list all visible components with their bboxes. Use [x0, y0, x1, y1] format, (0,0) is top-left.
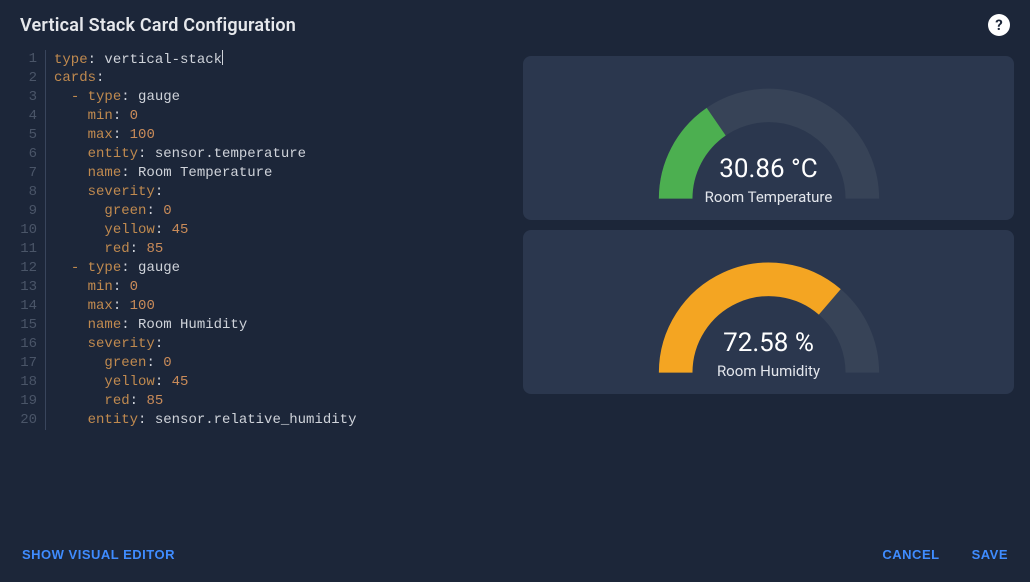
line-number: 5	[16, 126, 46, 145]
text-cursor	[222, 50, 223, 65]
editor-line[interactable]: 10 yellow: 45	[16, 221, 507, 240]
editor-line[interactable]: 5 max: 100	[16, 126, 507, 145]
line-code[interactable]: yellow: 45	[46, 221, 507, 240]
editor-line[interactable]: 6 entity: sensor.temperature	[16, 145, 507, 164]
gauge-value: 30.86 °C	[719, 154, 817, 184]
dialog-body: 1type: vertical-stack2cards:3 - type: ga…	[0, 44, 1030, 527]
editor-line[interactable]: 2cards:	[16, 69, 507, 88]
footer-left: Show Visual Editor	[20, 543, 177, 566]
card-config-dialog: Vertical Stack Card Configuration ? 1typ…	[0, 0, 1030, 582]
show-visual-editor-button[interactable]: Show Visual Editor	[20, 543, 177, 566]
gauge-card[interactable]: 72.58 %Room Humidity	[523, 230, 1014, 394]
line-code[interactable]: max: 100	[46, 126, 507, 145]
dialog-title: Vertical Stack Card Configuration	[20, 15, 296, 36]
dialog-footer: Show Visual Editor Cancel Save	[0, 527, 1030, 582]
gauge-card[interactable]: 30.86 °CRoom Temperature	[523, 56, 1014, 220]
line-number: 13	[16, 278, 46, 297]
line-number: 12	[16, 259, 46, 278]
line-code[interactable]: cards:	[46, 69, 507, 88]
line-code[interactable]: severity:	[46, 335, 507, 354]
line-number: 20	[16, 411, 46, 430]
footer-right: Cancel Save	[880, 543, 1010, 566]
editor-line[interactable]: 17 green: 0	[16, 354, 507, 373]
line-code[interactable]: green: 0	[46, 354, 507, 373]
gauge	[629, 242, 909, 382]
editor-line[interactable]: 19 red: 85	[16, 392, 507, 411]
editor-line[interactable]: 3 - type: gauge	[16, 88, 507, 107]
editor-line[interactable]: 8 severity:	[16, 183, 507, 202]
line-code[interactable]: name: Room Humidity	[46, 316, 507, 335]
editor-line[interactable]: 9 green: 0	[16, 202, 507, 221]
editor-line[interactable]: 7 name: Room Temperature	[16, 164, 507, 183]
save-button[interactable]: Save	[970, 543, 1010, 566]
line-code[interactable]: - type: gauge	[46, 259, 507, 278]
line-number: 14	[16, 297, 46, 316]
line-number: 7	[16, 164, 46, 183]
editor-line[interactable]: 1type: vertical-stack	[16, 50, 507, 69]
line-number: 16	[16, 335, 46, 354]
gauge	[629, 68, 909, 208]
line-code[interactable]: red: 85	[46, 240, 507, 259]
editor-line[interactable]: 15 name: Room Humidity	[16, 316, 507, 335]
line-number: 6	[16, 145, 46, 164]
line-number: 10	[16, 221, 46, 240]
line-code[interactable]: - type: gauge	[46, 88, 507, 107]
line-code[interactable]: name: Room Temperature	[46, 164, 507, 183]
editor-line[interactable]: 13 min: 0	[16, 278, 507, 297]
gauge-value: 72.58 %	[723, 328, 814, 358]
line-number: 15	[16, 316, 46, 335]
line-code[interactable]: min: 0	[46, 278, 507, 297]
line-code[interactable]: severity:	[46, 183, 507, 202]
cancel-button[interactable]: Cancel	[880, 543, 941, 566]
line-code[interactable]: entity: sensor.temperature	[46, 145, 507, 164]
line-code[interactable]: type: vertical-stack	[46, 50, 507, 69]
line-number: 4	[16, 107, 46, 126]
line-number: 17	[16, 354, 46, 373]
line-number: 9	[16, 202, 46, 221]
editor-line[interactable]: 12 - type: gauge	[16, 259, 507, 278]
line-code[interactable]: red: 85	[46, 392, 507, 411]
line-number: 19	[16, 392, 46, 411]
editor-line[interactable]: 4 min: 0	[16, 107, 507, 126]
editor-line[interactable]: 11 red: 85	[16, 240, 507, 259]
line-number: 8	[16, 183, 46, 202]
dialog-header: Vertical Stack Card Configuration ?	[0, 0, 1030, 44]
line-code[interactable]: green: 0	[46, 202, 507, 221]
yaml-editor-panel: 1type: vertical-stack2cards:3 - type: ga…	[16, 50, 507, 527]
editor-line[interactable]: 18 yellow: 45	[16, 373, 507, 392]
editor-line[interactable]: 16 severity:	[16, 335, 507, 354]
line-code[interactable]: min: 0	[46, 107, 507, 126]
line-number: 1	[16, 50, 46, 69]
line-number: 11	[16, 240, 46, 259]
preview-panel: 30.86 °CRoom Temperature72.58 %Room Humi…	[523, 50, 1014, 527]
editor-line[interactable]: 14 max: 100	[16, 297, 507, 316]
yaml-editor[interactable]: 1type: vertical-stack2cards:3 - type: ga…	[16, 50, 507, 430]
line-code[interactable]: max: 100	[46, 297, 507, 316]
line-number: 18	[16, 373, 46, 392]
editor-line[interactable]: 20 entity: sensor.relative_humidity	[16, 411, 507, 430]
line-code[interactable]: yellow: 45	[46, 373, 507, 392]
line-code[interactable]: entity: sensor.relative_humidity	[46, 411, 507, 430]
help-icon[interactable]: ?	[988, 14, 1010, 36]
line-number: 2	[16, 69, 46, 88]
line-number: 3	[16, 88, 46, 107]
